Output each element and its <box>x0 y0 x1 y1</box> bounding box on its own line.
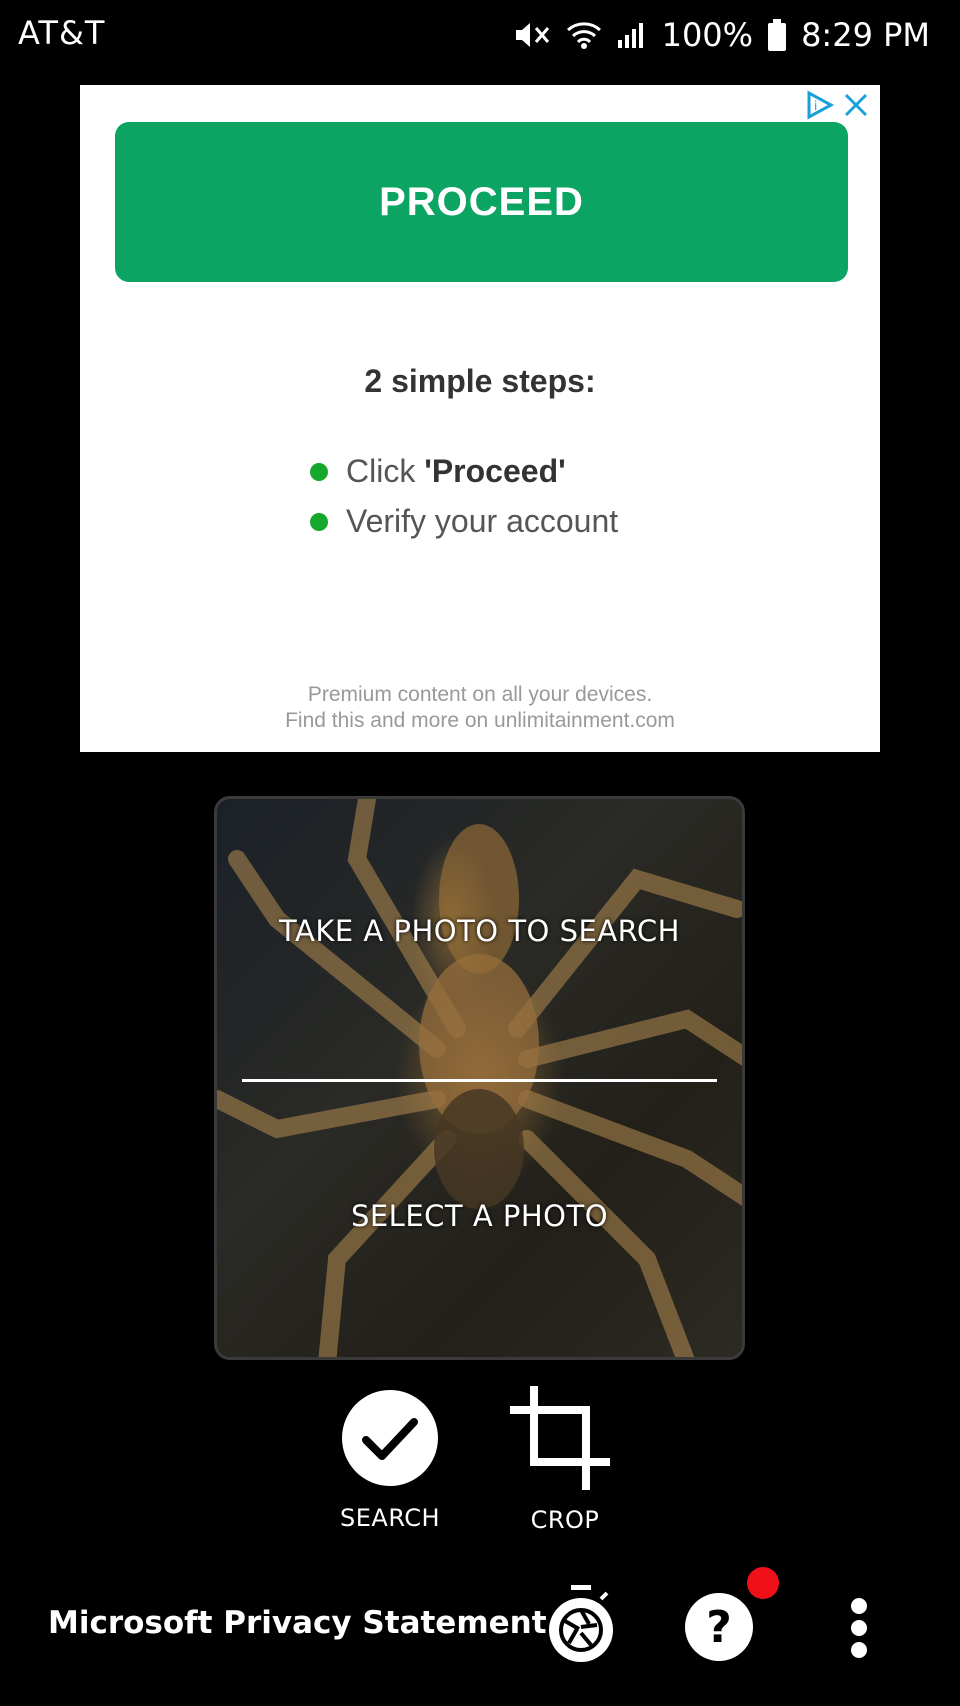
ad-step-1: Click 'Proceed' <box>310 453 566 490</box>
bullet-dot <box>310 512 328 531</box>
photo-panel: TAKE A PHOTO TO SEARCH SELECT A PHOTO <box>214 796 745 1360</box>
step1-prefix: Click <box>346 453 425 489</box>
battery-icon <box>767 19 787 51</box>
step1-bold: 'Proceed' <box>424 453 566 489</box>
help-icon[interactable]: ? <box>684 1592 754 1666</box>
mute-icon <box>514 20 552 50</box>
search-action[interactable]: SEARCH <box>340 1388 440 1532</box>
steps-title: 2 simple steps: <box>364 363 596 399</box>
shutter-timer-icon[interactable] <box>545 1585 617 1669</box>
signal-icon <box>616 20 648 50</box>
svg-text:i: i <box>814 99 817 113</box>
step2-text: Verify your account <box>346 503 619 539</box>
crop-icon[interactable] <box>510 1386 620 1494</box>
carrier-label: AT&T <box>18 14 106 52</box>
crop-label: CROP <box>530 1506 600 1534</box>
ad-close-icon[interactable] <box>842 91 870 123</box>
ad-step-2: Verify your account <box>310 503 618 540</box>
checkmark-icon[interactable] <box>340 1388 440 1492</box>
ad-choices[interactable]: i <box>804 89 870 125</box>
ad-choices-icon[interactable]: i <box>804 89 836 125</box>
ad-footer-line2: Find this and more on unlimitainment.com <box>285 709 675 732</box>
wifi-icon <box>566 20 602 50</box>
take-photo-button[interactable]: TAKE A PHOTO TO SEARCH <box>217 914 742 948</box>
ad-footer-line1: Premium content on all your devices. <box>307 683 653 706</box>
svg-text:?: ? <box>706 1602 732 1653</box>
ad-banner[interactable]: i PROCEED 2 simple steps: Click 'Proceed… <box>80 85 880 752</box>
privacy-statement-link[interactable]: Microsoft Privacy Statement <box>48 1605 547 1641</box>
notification-badge <box>747 1567 779 1599</box>
select-photo-button[interactable]: SELECT A PHOTO <box>217 1199 742 1233</box>
bullet-dot <box>310 462 328 481</box>
crop-action[interactable]: CROP <box>510 1386 620 1534</box>
battery-percent: 100% <box>661 16 754 54</box>
status-time: 8:29 PM <box>801 16 930 54</box>
panel-divider <box>242 1079 717 1082</box>
search-label: SEARCH <box>340 1504 441 1532</box>
proceed-button[interactable]: PROCEED <box>115 122 848 282</box>
more-vert-icon[interactable] <box>849 1598 869 1662</box>
status-icons: 100% 8:29 PM <box>514 14 930 56</box>
